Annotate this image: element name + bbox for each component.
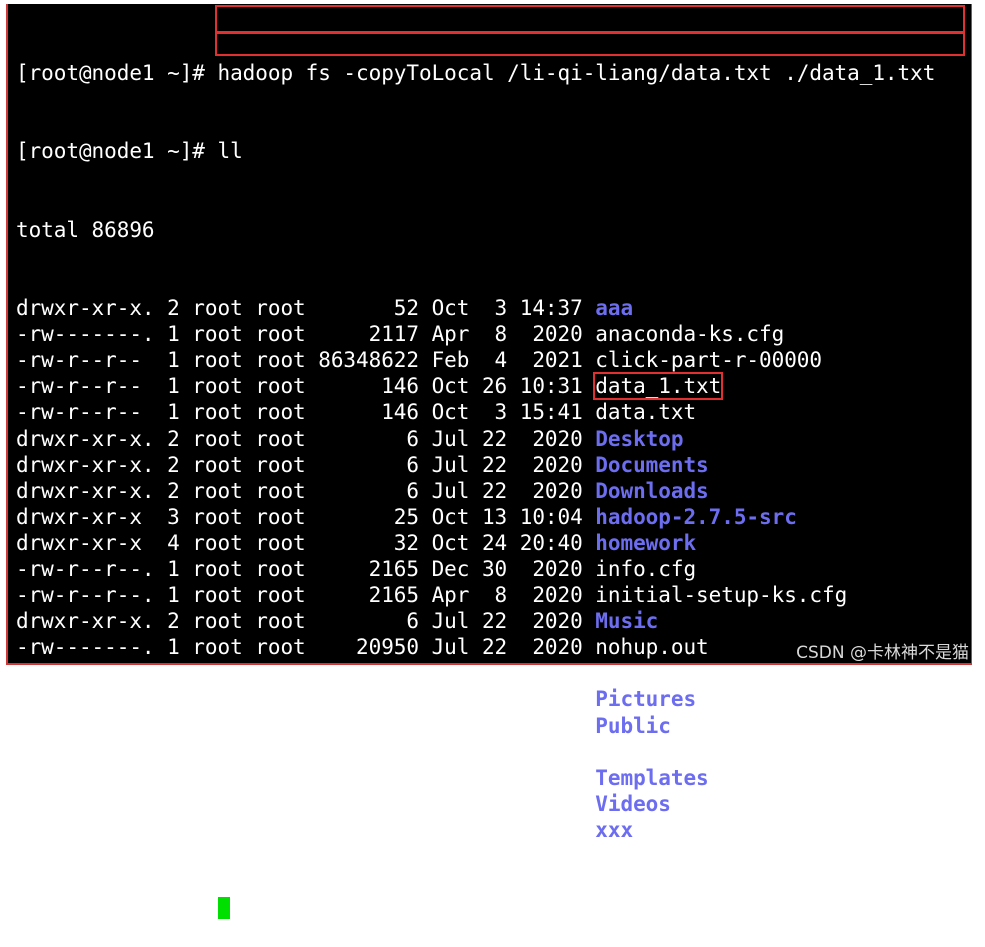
directory-name: hadoop-2.7.5-src [595,504,797,529]
directory-name: Templates [595,765,709,790]
directory-listing: drwxr-xr-x. 2 root root 52 Oct 3 14:37 a… [16,295,971,843]
listing-row: -rw-r--r--. 1 root root 2165 Dec 30 2020… [16,556,971,582]
file-meta: drwxr-xr-x. 2 root root 6 Jul 22 2020 [16,478,596,503]
file-meta: -rw-r--r--. 1 root root 2165 Apr 8 2020 [16,583,596,608]
file-meta: drwxr-xr-x. 2 root root 6 Jul 22 2020 [16,713,596,738]
copy-command-text: hadoop fs -copyToLocal /li-qi-liang/data… [217,61,936,86]
shell-prompt: [root@node1 ~]# [16,61,218,86]
shell-prompt: [root@node1 ~]# [16,139,218,164]
file-meta: -rw-r--r-- 1 root root 158 Oct 3 15:15 [16,739,596,764]
file-meta: drwxr-xr-x. 2 root root 6 Jul 22 2020 [16,426,596,451]
listing-row: -rw-r--r--. 1 root root 2165 Apr 8 2020 … [16,582,971,608]
listing-row: drwxr-xr-x 3 root root 25 Oct 13 10:04 h… [16,504,971,530]
file-meta: -rw-------. 1 root root 20950 Jul 22 202… [16,635,596,660]
highlighted-file-name: data_1.txt [593,372,724,401]
current-prompt-line[interactable]: [root@node1 ~]# [16,895,971,921]
listing-row: drwxr-xr-x. 2 root root 6 Jul 22 2020 Pu… [16,713,971,739]
listing-row: drwxr-xr-x. 2 root root 6 Jul 22 2020 Do… [16,478,971,504]
file-meta: -rw-r--r--. 1 root root 2165 Dec 30 2020 [16,556,596,581]
directory-name: Music [595,609,659,634]
file-meta: drwxr-xr-x. 2 root root 6 Jul 22 2020 [16,765,596,790]
file-meta: drwxr-xr-x 4 root root 32 Oct 24 20:40 [16,530,596,555]
terminal-window[interactable]: [root@node1 ~]# hadoop fs -copyToLocal /… [6,4,972,920]
file-meta: drwxr-xr-x. 2 root root 6 Jul 22 2020 [16,609,596,634]
directory-name: Pictures [595,687,697,712]
watermark: CSDN @卡林神不是猫 [796,643,969,663]
file-meta: -rw-r--r-- 1 root root 86348622 Feb 4 20… [16,348,596,373]
directory-name: Documents [595,452,709,477]
directory-name: xxx [595,817,634,842]
shell-prompt: [root@node1 ~]# [16,896,218,921]
file-name: info.cfg [595,556,697,581]
list-command-text: ll [217,139,243,164]
directory-name: Videos [595,791,671,816]
command-line-list: [root@node1 ~]# ll [16,138,971,164]
file-meta: drwxr-xr-x. 2 root root 6 Jul 22 2020 [16,791,596,816]
frame-border [6,663,972,665]
file-name: initial-setup-ks.cfg [595,583,848,608]
command-line-copy: [root@node1 ~]# hadoop fs -copyToLocal /… [16,60,971,86]
directory-name: Public [595,713,671,738]
directory-name: Downloads [595,478,709,503]
text-cursor [217,897,230,920]
file-meta: drwxr-xr-x 3 root root 25 Oct 13 10:04 [16,504,596,529]
file-name: click-part-r-00000 [595,348,822,373]
listing-row: -rw-r--r-- 1 root root 146 Oct 26 10:31 … [16,372,971,401]
listing-row: drwxr-xr-x. 2 root root 6 Jul 22 2020 Mu… [16,608,971,634]
file-meta: drwxr-xr-x. 2 root root 6 Jul 22 2020 [16,687,596,712]
directory-name: homework [595,530,697,555]
directory-name: aaa [595,296,634,321]
file-meta: -rw-r--r-- 1 root root 146 Oct 26 10:31 [16,374,596,399]
file-name: anaconda-ks.cfg [595,322,785,347]
listing-row: drwxr-xr-x. 2 root root 6 Jul 22 2020 Pi… [16,686,971,712]
listing-row: -rw-r--r-- 1 root root 146 Oct 3 15:41 d… [16,399,971,425]
total-line: total 86896 [16,217,155,242]
listing-row: -rw-r--r-- 1 root root 86348622 Feb 4 20… [16,347,971,373]
listing-row: drwxr-xr-x 4 root root 32 Oct 24 20:40 h… [16,530,971,556]
listing-row: drwxr-xr-x. 2 root root 6 Jul 22 2020 Do… [16,452,971,478]
listing-row: drwxr-xr-x. 2 root root 6 Jul 22 2020 Te… [16,765,971,791]
file-name: nohup.out [595,635,709,660]
file-meta: -rw-------. 1 root root 2117 Apr 8 2020 [16,322,596,347]
file-name: seasons.txt [595,739,734,764]
directory-name: Desktop [595,426,684,451]
listing-row: drwxr-xr-x. 2 root root 6 Jul 22 2020 Vi… [16,791,971,817]
file-meta: drwxr-xr-x. 2 root root 52 Oct 3 14:37 [16,296,596,321]
file-name: data.txt [595,400,697,425]
file-meta: -rw-r--r-- 1 root root 146 Oct 3 15:41 [16,400,596,425]
file-meta: drwxr-xr-x. 3 root root 17 Dec 30 2020 [16,817,596,842]
file-meta: drwxr-xr-x. 2 root root 6 Jul 22 2020 [16,452,596,477]
listing-row: drwxr-xr-x. 2 root root 52 Oct 3 14:37 a… [16,295,971,321]
listing-row: drwxr-xr-x. 3 root root 17 Dec 30 2020 x… [16,817,971,843]
listing-row: -rw-r--r-- 1 root root 158 Oct 3 15:15 s… [16,739,971,765]
listing-row: drwxr-xr-x. 2 root root 6 Jul 22 2020 De… [16,426,971,452]
listing-row: -rw-------. 1 root root 2117 Apr 8 2020 … [16,321,971,347]
